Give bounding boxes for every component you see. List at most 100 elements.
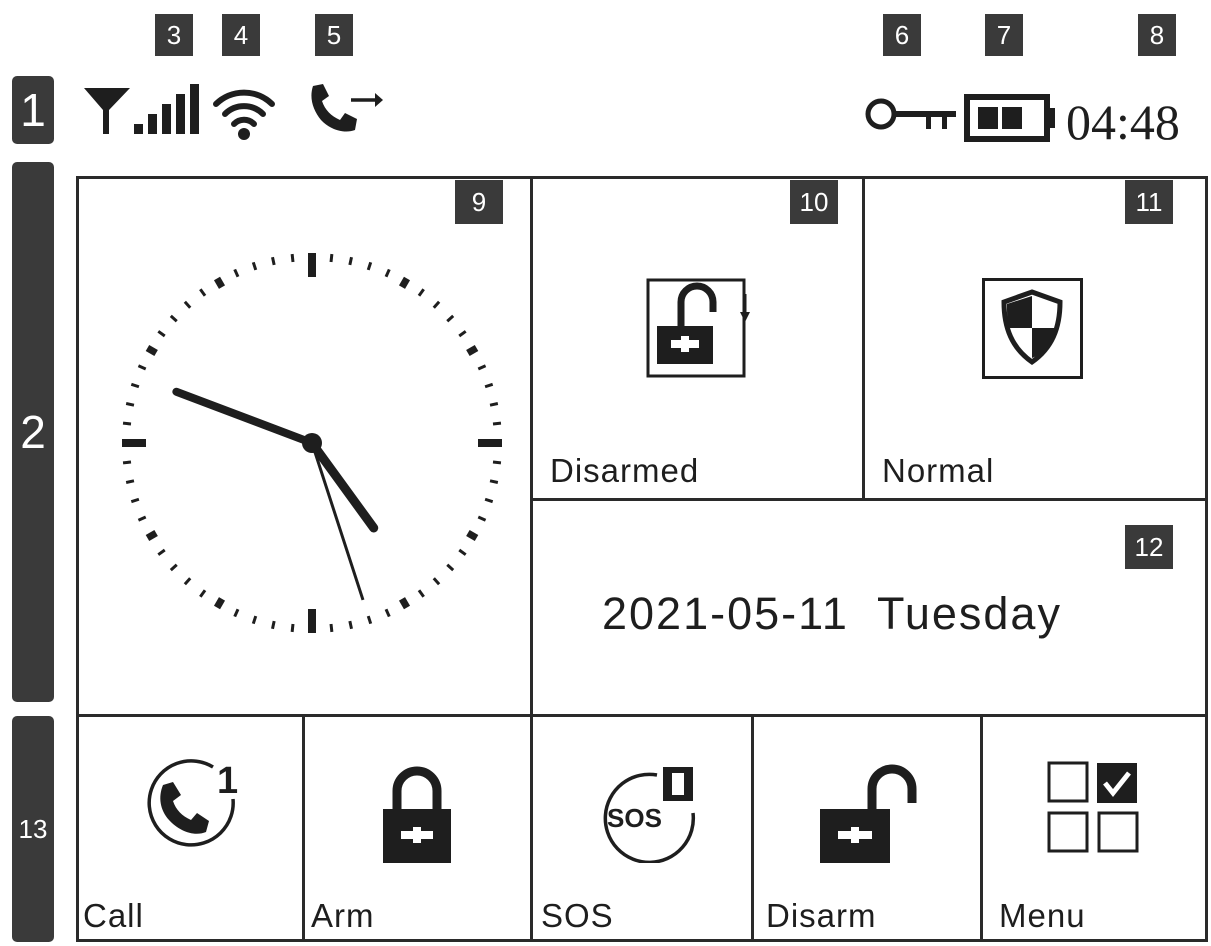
clock-tick	[348, 256, 353, 266]
clock-tick	[130, 497, 140, 504]
svg-text:SOS: SOS	[607, 803, 662, 833]
sos-icon: SOS	[595, 763, 705, 863]
disarm-label: Disarm	[766, 897, 877, 934]
clock-tick	[169, 563, 178, 572]
clock-tick	[458, 548, 467, 556]
clock-tick	[458, 330, 467, 338]
clock-tick	[157, 548, 166, 556]
clock-tick	[233, 268, 240, 278]
clock-tick	[466, 529, 479, 542]
disarm-shortcut-button[interactable]: Disarm	[754, 717, 980, 939]
clock-second-hand	[310, 442, 365, 601]
divider-vertical-clock	[530, 176, 533, 716]
clock-tick	[122, 460, 132, 465]
clock-tick	[366, 615, 373, 625]
menu-shortcut-button[interactable]: Menu	[983, 717, 1205, 939]
callout-badge-7: 7	[985, 14, 1023, 56]
sos-label: SOS	[541, 897, 614, 934]
callout-badge-11: 11	[1125, 180, 1173, 224]
clock-tick	[213, 276, 226, 289]
arm-shortcut-button[interactable]: Arm	[305, 717, 530, 939]
callout-badge-13: 13	[12, 716, 54, 942]
clock-hour-hand	[307, 438, 379, 533]
clock-tick	[492, 460, 502, 465]
callout-badge-1: 1	[12, 76, 54, 144]
callout-badge-10: 10	[790, 180, 838, 224]
sos-shortcut-button[interactable]: SOS SOS	[533, 717, 751, 939]
clock-tick	[130, 382, 140, 389]
lock-closed-icon	[377, 763, 457, 867]
menu-label: Menu	[999, 897, 1086, 934]
clock-tick	[125, 479, 135, 484]
callout-badge-12: 12	[1125, 525, 1173, 569]
clock-tick	[271, 620, 276, 630]
clock-tick	[199, 288, 207, 297]
battery-icon	[964, 94, 1058, 142]
key-icon	[864, 94, 960, 134]
callout-badge-3: 3	[155, 14, 193, 56]
clock-tick	[484, 497, 494, 504]
clock-tick	[251, 261, 258, 271]
clock-tick	[213, 597, 226, 610]
arm-state-label: Disarmed	[550, 452, 700, 489]
clock-center	[302, 433, 322, 453]
clock-tick	[466, 344, 479, 357]
clock-tick	[290, 623, 295, 633]
clock-tick	[183, 300, 192, 309]
clock-tick	[432, 577, 441, 586]
call-label: Call	[83, 897, 144, 934]
clock-tick	[233, 608, 240, 618]
clock-minute-hand	[172, 387, 316, 447]
clock-tick	[251, 615, 258, 625]
clock-tick	[157, 330, 166, 338]
clock-tick	[477, 364, 487, 371]
clock-tick	[484, 382, 494, 389]
call-icon: 1	[139, 755, 243, 859]
clock-tick	[384, 608, 391, 618]
divider-vertical-tiles	[862, 176, 865, 500]
lock-open-icon	[816, 763, 936, 867]
callout-badge-8: 8	[1138, 14, 1176, 56]
divider-horizontal-date	[530, 498, 1208, 501]
clock-tick	[398, 597, 411, 610]
clock-tick	[145, 344, 158, 357]
clock-tick	[199, 589, 207, 598]
clock-tick	[137, 515, 147, 522]
arm-label: Arm	[311, 897, 375, 934]
clock-tick	[366, 261, 373, 271]
clock-tick	[329, 253, 334, 263]
clock-tick	[183, 577, 192, 586]
clock-tick	[432, 300, 441, 309]
clock-tick	[145, 529, 158, 542]
shield-status-icon	[982, 278, 1084, 380]
menu-grid-icon	[1047, 761, 1139, 853]
clock-tick	[417, 589, 425, 598]
callout-badge-6: 6	[883, 14, 921, 56]
clock-tick	[290, 253, 295, 263]
date-text: 2021-05-11 Tuesday	[602, 588, 1062, 639]
clock-tick	[417, 288, 425, 297]
clock-tick	[348, 620, 353, 630]
clock-tick	[398, 276, 411, 289]
callout-badge-4: 4	[222, 14, 260, 56]
clock-tick	[122, 421, 132, 426]
call-forward-icon	[305, 80, 385, 140]
clock-tick	[446, 314, 455, 323]
clock-tick	[489, 402, 499, 407]
clock-tick	[271, 256, 276, 266]
clock-tick	[137, 364, 147, 371]
svg-text:1: 1	[217, 760, 238, 802]
status-time: 04:48	[1066, 94, 1180, 150]
clock-tick	[169, 314, 178, 323]
callout-badge-5: 5	[315, 14, 353, 56]
antenna-icon	[82, 82, 132, 138]
status-label: Normal	[882, 452, 995, 489]
clock-tick	[477, 515, 487, 522]
signal-bars-icon	[132, 84, 206, 136]
clock-tick	[446, 563, 455, 572]
analog-clock	[112, 247, 512, 647]
wifi-icon	[212, 84, 276, 144]
clock-tick	[489, 479, 499, 484]
call-shortcut-button[interactable]: 1 Call	[79, 717, 302, 939]
disarmed-state-icon	[645, 278, 765, 378]
